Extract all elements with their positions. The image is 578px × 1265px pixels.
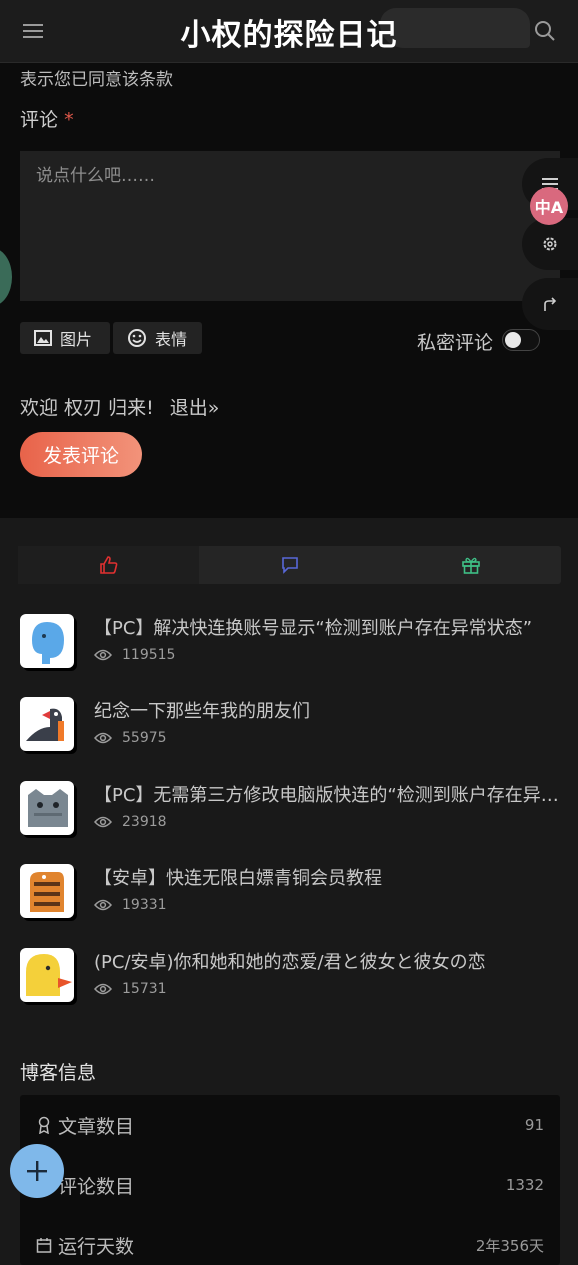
floating-tools [522,158,578,338]
list-item[interactable]: 【PC】解决快连换账号显示“检测到账户存在异常状态” 119515 [20,614,560,674]
list-item[interactable]: 纪念一下那些年我的朋友们 55975 [20,697,560,757]
post-title[interactable]: (PC/安卓)你和她和她的恋爱/君と彼女と彼女の恋 [94,948,560,974]
post-thumbnail [20,781,74,835]
comment-textarea[interactable]: 说点什么吧…… [20,151,560,301]
view-count: 55975 [122,730,167,746]
list-item[interactable]: (PC/安卓)你和她和她的恋爱/君と彼女と彼女の恋 15731 [20,948,560,1008]
stat-label: 运行天数 [58,1235,135,1258]
list-item[interactable]: 【安卓】快连无限白嫖青铜会员教程 19331 [20,864,560,924]
stat-label: 评论数目 [58,1175,135,1198]
duck-avatar-icon [26,954,72,996]
post-thumbnail [20,864,74,918]
eye-icon [94,899,112,911]
blog-info-title: 博客信息 [20,1062,97,1084]
tab-gifts[interactable] [380,546,561,584]
image-icon [34,330,52,346]
comment-icon [281,557,298,574]
stat-uptime: 运行天数 2年356天 [36,1230,544,1260]
gear-icon [543,237,557,251]
image-button[interactable]: 图片 [20,322,110,354]
bird-avatar-icon [26,708,64,741]
tiger-avatar-icon [30,872,64,912]
stat-value: 2年356天 [475,1236,544,1255]
elephant-avatar-icon [32,622,64,664]
thumbs-up-icon [99,556,117,574]
image-button-label: 图片 [60,330,93,349]
plus-icon [27,1161,47,1181]
stat-name: 文章数目 [36,1112,134,1139]
search-icon[interactable] [534,20,556,42]
post-views: 15731 [94,981,167,997]
calendar-icon [36,1238,52,1253]
post-views: 19331 [94,897,167,913]
post-thumbnail [20,614,74,668]
cat-avatar-icon [28,789,68,827]
settings-button[interactable] [522,218,578,270]
eye-icon [94,732,112,744]
award-icon [38,1116,50,1134]
welcome-text: 欢迎 权刃 归来! [20,397,154,419]
view-count: 119515 [122,647,176,663]
private-comment-label: 私密评论 [417,332,494,354]
gift-icon [461,557,480,574]
blog-info-card: 文章数目 91 评论数目 1332 运行天数 2年356天 [20,1095,560,1265]
comment-label-text: 评论 [20,109,59,131]
site-logo[interactable]: 小权的探险日记 [0,10,578,54]
stat-label: 文章数目 [58,1115,135,1138]
view-count: 23918 [122,814,167,830]
submit-comment-button[interactable]: 发表评论 [20,432,142,477]
welcome-line: 欢迎 权刃 归来! 退出» [20,393,219,420]
post-views: 23918 [94,814,167,830]
translate-button[interactable]: 中A [530,187,568,225]
post-title[interactable]: 【安卓】快连无限白嫖青铜会员教程 [94,864,560,890]
post-views: 119515 [94,647,175,663]
toggle-knob [505,332,521,348]
eye-icon [94,816,112,828]
tab-comments[interactable] [199,546,380,584]
stat-value: 91 [524,1116,544,1134]
emoji-button[interactable]: 表情 [113,322,202,354]
comment-form: 表示您已同意该条款 评论 * 说点什么吧…… 图片 表情 私密评论 欢迎 权刃 … [0,63,578,518]
view-count: 15731 [122,981,167,997]
post-views: 55975 [94,730,167,746]
stat-articles: 文章数目 91 [36,1110,544,1140]
stat-value: 1332 [505,1176,544,1194]
tab-popular[interactable] [18,546,199,584]
post-title[interactable]: 【PC】无需第三方修改电脑版快连的“检测到账户存在异常状态” [94,781,560,807]
share-button[interactable] [522,278,578,330]
share-icon [544,297,557,311]
widget-tabs [18,546,561,584]
post-thumbnail [20,697,74,751]
eye-icon [94,649,112,661]
post-title[interactable]: 【PC】解决快连换账号显示“检测到账户存在异常状态” [94,614,560,640]
post-title[interactable]: 纪念一下那些年我的朋友们 [94,697,560,723]
smile-icon [128,329,146,347]
consent-text: 表示您已同意该条款 [20,70,173,90]
logout-link[interactable]: 退出» [170,397,220,419]
eye-icon [94,983,112,995]
stat-comments: 评论数目 1332 [36,1170,544,1200]
post-thumbnail [20,948,74,1002]
list-item[interactable]: 【PC】无需第三方修改电脑版快连的“检测到账户存在异常状态” 23918 [20,781,560,841]
emoji-button-label: 表情 [155,330,188,349]
required-mark: * [64,109,74,131]
add-fab-button[interactable] [10,1144,64,1198]
view-count: 19331 [122,897,167,913]
top-bar: 小权的探险日记 [0,0,578,63]
stat-name: 运行天数 [36,1232,134,1259]
comment-label: 评论 * [20,105,74,132]
